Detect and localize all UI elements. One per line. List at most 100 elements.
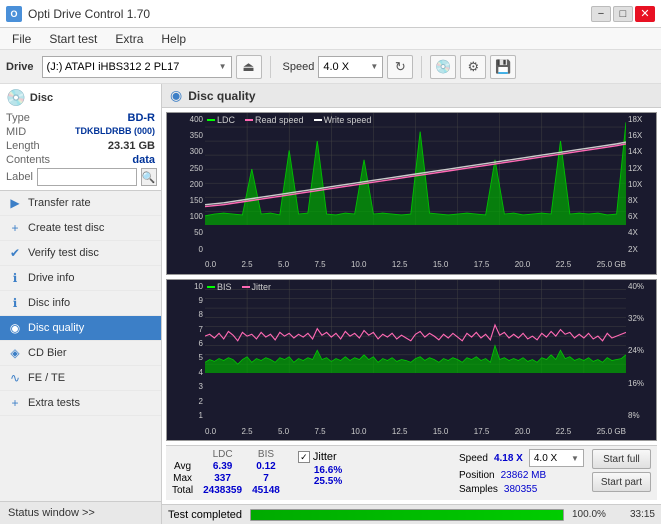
menu-file[interactable]: File	[4, 30, 39, 48]
jitter-avg: 16.6%	[314, 465, 342, 476]
type-value: BD-R	[128, 112, 156, 124]
nav-transfer-rate[interactable]: ▶ Transfer rate	[0, 191, 161, 216]
nav-create-test-disc[interactable]: + Create test disc	[0, 216, 161, 241]
samples-row: Samples 380355	[459, 484, 584, 495]
total-ldc: 2438359	[203, 485, 252, 497]
disc-button[interactable]: 💿	[430, 55, 456, 79]
extra-tests-label: Extra tests	[28, 397, 80, 409]
mid-label: MID	[6, 126, 26, 138]
upper-legend: LDC Read speed Write speed	[207, 115, 371, 125]
max-ldc: 337	[203, 473, 252, 485]
legend-bis: BIS	[207, 282, 232, 292]
save-button[interactable]: 💾	[490, 55, 516, 79]
stats-total-row: Total 2438359 45148	[172, 485, 290, 497]
main: 💿 Disc Type BD-R MID TDKBLDRBB (000) Len…	[0, 84, 661, 524]
stats-right: Speed 4.18 X 4.0 X ▼ Position 23862 MB S…	[459, 449, 584, 495]
disc-length-row: Length 23.31 GB	[6, 140, 155, 152]
jitter-color	[242, 286, 250, 288]
type-label: Type	[6, 112, 30, 124]
ldc-color	[207, 119, 215, 121]
nav-verify-test-disc[interactable]: ✔ Verify test disc	[0, 241, 161, 266]
write-speed-color	[314, 119, 322, 121]
titlebar-left: O Opti Drive Control 1.70	[6, 6, 150, 22]
close-button[interactable]: ✕	[635, 6, 655, 22]
speed-stat-value: 4.18 X	[494, 453, 523, 464]
position-label: Position	[459, 470, 495, 481]
stats-header-bis: BIS	[252, 449, 290, 461]
menu-start-test[interactable]: Start test	[41, 30, 105, 48]
legend-write-speed-label: Write speed	[324, 115, 372, 125]
speed-stat-select[interactable]: 4.0 X ▼	[529, 449, 584, 467]
menu-extra[interactable]: Extra	[107, 30, 151, 48]
titlebar: O Opti Drive Control 1.70 − □ ✕	[0, 0, 661, 28]
config-button[interactable]: ⚙	[460, 55, 486, 79]
create-test-disc-icon: +	[8, 221, 22, 235]
speed-label: Speed	[283, 61, 315, 73]
extra-tests-icon: +	[8, 396, 22, 410]
upper-y-axis-left: 400 350 300 250 200 150 100 50 0	[167, 113, 205, 256]
label-input[interactable]	[37, 168, 137, 186]
disc-section-title: Disc	[30, 92, 53, 104]
minimize-button[interactable]: −	[591, 6, 611, 22]
charts-area: LDC Read speed Write speed 400 350 300	[162, 108, 661, 504]
app-icon: O	[6, 6, 22, 22]
status-window-label: Status window >>	[8, 507, 95, 519]
status-window-button[interactable]: Status window >>	[0, 501, 161, 524]
upper-y-axis-right: 18X 16X 14X 12X 10X 8X 6X 4X 2X	[626, 113, 656, 256]
legend-ldc: LDC	[207, 115, 235, 125]
toolbar-separator	[270, 56, 271, 78]
upper-x-axis: 0.0 2.5 5.0 7.5 10.0 12.5 15.0 17.5 20.0…	[205, 256, 626, 274]
max-label: Max	[172, 473, 203, 485]
eject-button[interactable]: ⏏	[236, 55, 262, 79]
position-row: Position 23862 MB	[459, 470, 584, 481]
drive-info-label: Drive info	[28, 272, 74, 284]
disc-info-label: Disc info	[28, 297, 70, 309]
nav-drive-info[interactable]: ℹ Drive info	[0, 266, 161, 291]
speed-row: Speed 4.18 X 4.0 X ▼	[459, 449, 584, 467]
refresh-button[interactable]: ↻	[387, 55, 413, 79]
menu-help[interactable]: Help	[153, 30, 194, 48]
progress-percentage: 100.0%	[572, 509, 612, 520]
jitter-label: Jitter	[313, 451, 337, 463]
legend-ldc-label: LDC	[217, 115, 235, 125]
jitter-section: ✓ Jitter 16.6% 25.5%	[298, 449, 342, 487]
legend-write-speed: Write speed	[314, 115, 372, 125]
jitter-header: ✓ Jitter	[298, 451, 342, 463]
bis-color	[207, 286, 215, 288]
verify-test-disc-label: Verify test disc	[28, 247, 99, 259]
drive-value: (J:) ATAPI iHBS312 2 PL17	[47, 61, 180, 73]
disc-quality-icon: ◉	[8, 321, 22, 335]
avg-ldc: 6.39	[203, 461, 252, 473]
nav-extra-tests[interactable]: + Extra tests	[0, 391, 161, 416]
nav-disc-info[interactable]: ℹ Disc info	[0, 291, 161, 316]
drive-info-icon: ℹ	[8, 271, 22, 285]
start-full-button[interactable]: Start full	[592, 449, 651, 469]
jitter-max-row: 25.5%	[314, 476, 342, 487]
titlebar-controls: − □ ✕	[591, 6, 655, 22]
samples-label: Samples	[459, 484, 498, 495]
start-part-button[interactable]: Start part	[592, 472, 651, 492]
nav-disc-quality[interactable]: ◉ Disc quality	[0, 316, 161, 341]
nav-cd-bier[interactable]: ◈ CD Bier	[0, 341, 161, 366]
stats-header-empty	[172, 449, 203, 461]
fe-te-icon: ∿	[8, 371, 22, 385]
legend-jitter-label: Jitter	[252, 282, 272, 292]
lower-chart: BIS Jitter 10 9 8 7 6 5 4 3 2	[166, 279, 657, 442]
drive-select[interactable]: (J:) ATAPI iHBS312 2 PL17 ▼	[42, 56, 232, 78]
progress-bar	[250, 509, 564, 521]
lower-y-axis-right: 40% 32% 24% 16% 8%	[626, 280, 656, 423]
label-button[interactable]: 🔍	[141, 168, 157, 186]
jitter-checkbox[interactable]: ✓	[298, 451, 310, 463]
sidebar: 💿 Disc Type BD-R MID TDKBLDRBB (000) Len…	[0, 84, 162, 524]
disc-section-icon: 💿	[6, 88, 26, 108]
legend-read-speed-label: Read speed	[255, 115, 304, 125]
disc-quality-header-icon: ◉	[170, 87, 182, 104]
disc-quality-header: ◉ Disc quality	[162, 84, 661, 108]
maximize-button[interactable]: □	[613, 6, 633, 22]
nav-fe-te[interactable]: ∿ FE / TE	[0, 366, 161, 391]
disc-mid-row: MID TDKBLDRBB (000)	[6, 126, 155, 138]
create-test-disc-label: Create test disc	[28, 222, 104, 234]
speed-select[interactable]: 4.0 X ▼	[318, 56, 383, 78]
contents-label: Contents	[6, 154, 50, 166]
disc-header: 💿 Disc	[6, 88, 155, 108]
